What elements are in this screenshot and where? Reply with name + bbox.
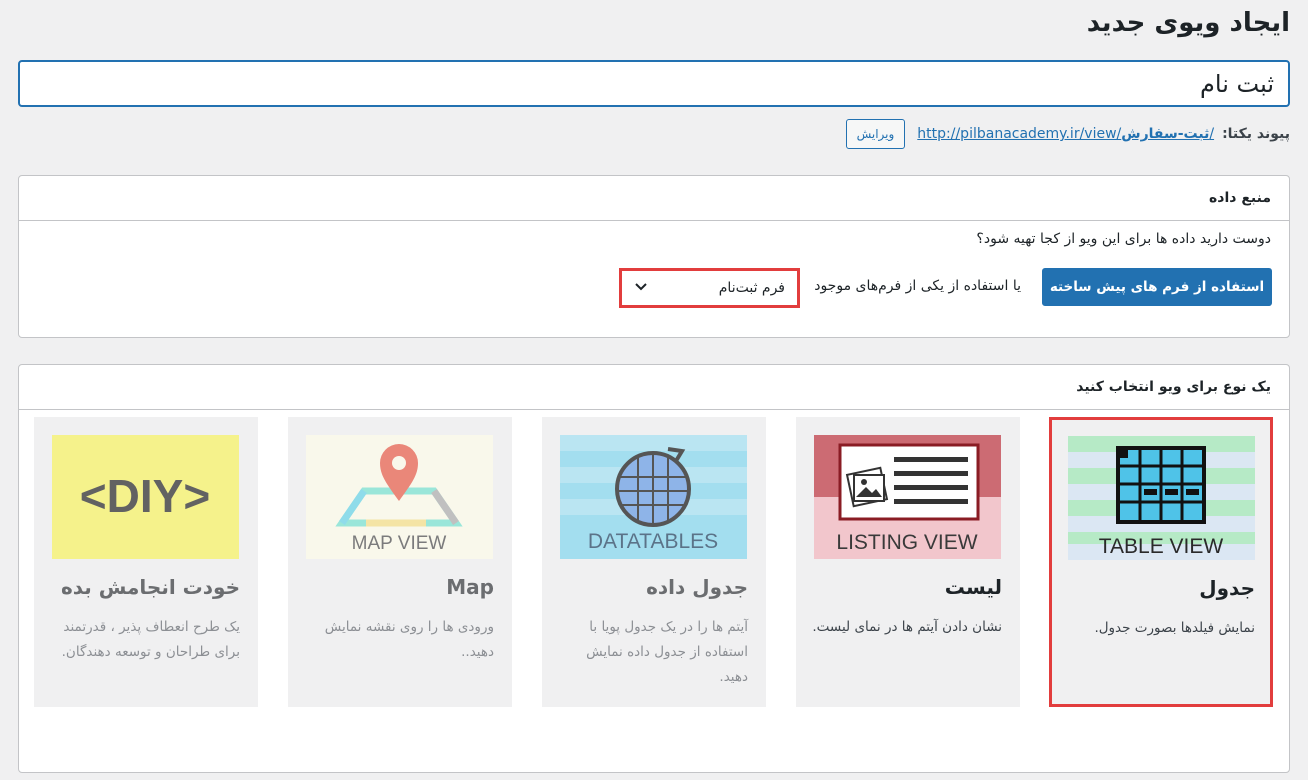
data-source-question: دوست دارید داده ها برای این ویو از کجا ت… [976, 231, 1271, 247]
card-desc-datatables: آیتم ها را در یک جدول پویا با استفاده از… [586, 619, 748, 685]
chevron-down-icon [634, 280, 648, 296]
datatables-image: DATATABLES [560, 435, 747, 559]
permalink-link[interactable]: http://pilbanacademy.ir/view/ثبت-سفارش/ [917, 126, 1214, 142]
permalink-slug: ثبت-سفارش [1121, 126, 1210, 142]
listing-view-caption: LISTING VIEW [836, 531, 977, 554]
view-type-card-map[interactable]: MAP VIEW Map ورودی ها را روی نقشه نمایش … [288, 417, 512, 707]
view-type-card-datatables[interactable]: DATATABLES جدول داده آیتم ها را در یک جد… [542, 417, 766, 707]
datatables-caption: DATATABLES [588, 530, 718, 553]
map-view-image: MAP VIEW [306, 435, 493, 559]
card-title-map: Map [446, 575, 494, 599]
prebuilt-forms-button[interactable]: استفاده از فرم های پیش ساخته [1042, 268, 1272, 306]
card-desc-map: ورودی ها را روی نقشه نمایش دهید.. [324, 619, 494, 660]
view-type-card-list[interactable]: LISTING VIEW لیست نشان دادن آیتم ها در ن… [796, 417, 1020, 707]
view-type-card-diy[interactable]: <DIY> خودت انجامش بده یک طرح انعطاف پذیر… [34, 417, 258, 707]
diy-image: <DIY> [52, 435, 239, 559]
page-title: ایجاد ویوی جدید [1086, 8, 1290, 38]
view-type-card-table[interactable]: TABLE VIEW جدول نمایش فیلدها بصورت جدول. [1049, 417, 1273, 707]
permalink-url-base: http://pilbanacademy.ir/view/ [917, 126, 1122, 142]
card-title-datatables: جدول داده [646, 575, 748, 599]
listing-view-image: LISTING VIEW [814, 435, 1001, 559]
card-desc-table: نمایش فیلدها بصورت جدول. [1094, 620, 1255, 636]
view-title-input[interactable] [18, 60, 1290, 107]
card-desc-diy: یک طرح انعطاف پذیر ، قدرتمند برای طراحان… [61, 619, 240, 660]
data-source-header: منبع داده [19, 176, 1289, 221]
table-view-caption: TABLE VIEW [1099, 535, 1224, 558]
permalink-label: پیوند یکتا: [1222, 126, 1290, 142]
card-desc-list: نشان دادن آیتم ها در نمای لیست. [812, 619, 1002, 635]
card-title-list: لیست [944, 575, 1002, 599]
form-select-value: فرم ثبت‌نام [718, 280, 785, 296]
card-title-diy: خودت انجامش بده [60, 575, 240, 599]
permalink-trailing: / [1209, 126, 1215, 142]
diy-caption: <DIY> [80, 470, 210, 522]
edit-permalink-button[interactable]: ویرایش [845, 119, 906, 149]
card-title-table: جدول [1199, 576, 1255, 600]
view-type-header: یک نوع برای ویو انتخاب کنید [19, 365, 1289, 410]
existing-forms-text: یا استفاده از یکی از فرم‌های موجود [814, 278, 1021, 294]
table-view-image: TABLE VIEW [1068, 436, 1255, 560]
data-source-box: منبع داده دوست دارید داده ها برای این وی… [18, 175, 1290, 338]
permalink-row: پیوند یکتا: http://pilbanacademy.ir/view… [845, 118, 1290, 150]
form-select[interactable]: فرم ثبت‌نام [619, 268, 800, 308]
map-view-caption: MAP VIEW [352, 533, 447, 554]
